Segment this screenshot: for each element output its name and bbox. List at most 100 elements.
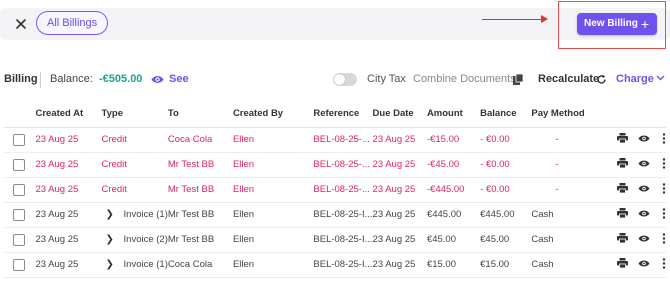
eye-icon[interactable] — [638, 184, 650, 196]
table-row[interactable]: 23 Aug 25 Credit Mr Test BB Ellen BEL-08-25-… — [4, 152, 666, 178]
city-tax-label: City Tax — [367, 73, 406, 85]
print-icon[interactable] — [616, 158, 628, 171]
column-header-created-by[interactable]: Created By — [232, 101, 314, 128]
table-row[interactable]: 23 Aug 25 ❯ Invoice (2) Mr Test BB Ellen BEL-… — [4, 227, 666, 253]
recalculate-button[interactable]: Recalculate — [538, 73, 599, 85]
column-header-due-date[interactable]: Due Date — [372, 101, 427, 128]
close-icon[interactable] — [14, 17, 28, 31]
eye-icon[interactable] — [638, 134, 650, 146]
table-row[interactable]: 23 Aug 25 ❯ Invoice (1) Mr Test BB Ellen BEL-… — [4, 202, 666, 228]
created-by-cell: Ellen — [232, 252, 314, 278]
column-header-to[interactable]: To — [167, 101, 233, 128]
see-balance-link[interactable]: See — [169, 73, 189, 85]
table-row[interactable]: 23 Aug 25 Credit Mr Test BB Ellen BEL-08-25-… — [4, 177, 666, 203]
balance-cell: - €0.00 — [480, 152, 532, 178]
row-checkbox[interactable] — [13, 233, 25, 246]
to-cell: Mr Test BB — [167, 152, 233, 178]
refresh-icon[interactable] — [596, 74, 607, 85]
column-header-type[interactable]: Type — [101, 101, 168, 128]
to-cell: Mr Test BB — [167, 177, 233, 203]
print-icon[interactable] — [616, 133, 628, 146]
row-checkbox[interactable] — [13, 133, 25, 146]
eye-icon[interactable] — [151, 74, 164, 85]
pay-method-cell: - — [531, 127, 593, 153]
type-cell: ❯ Invoice (1) — [101, 202, 168, 228]
chevron-right-icon[interactable]: ❯ — [106, 259, 118, 270]
more-icon[interactable] — [662, 132, 666, 147]
balance-cell: €15.00 — [480, 252, 532, 278]
type-label: Invoice (1) — [123, 209, 168, 220]
toolbar-divider — [40, 72, 41, 88]
table-header-row: Created At Type To Created By Reference … — [4, 101, 666, 128]
created-by-cell: Ellen — [232, 177, 314, 203]
column-header-balance[interactable]: Balance — [480, 101, 532, 128]
print-icon[interactable] — [616, 258, 628, 271]
chevron-down-icon[interactable] — [656, 75, 665, 81]
balance-cell: €45.00 — [480, 227, 532, 253]
created-at-cell: 23 Aug 25 — [35, 227, 102, 253]
new-billing-button[interactable]: New Billing + — [577, 13, 657, 35]
row-checkbox[interactable] — [13, 158, 25, 171]
due-date-cell: 23 Aug 25 — [372, 202, 427, 228]
row-actions-cell — [592, 177, 666, 203]
billing-title: Billing — [4, 73, 38, 85]
eye-icon[interactable] — [638, 159, 650, 171]
balance-cell: €445.00 — [480, 202, 532, 228]
more-icon[interactable] — [662, 182, 666, 197]
reference-cell: BEL-08-25-... — [313, 127, 373, 153]
created-at-cell: 23 Aug 25 — [35, 202, 102, 228]
to-cell: Mr Test BB — [167, 202, 233, 228]
row-checkbox[interactable] — [13, 258, 25, 271]
created-at-cell: 23 Aug 25 — [35, 127, 102, 153]
more-icon[interactable] — [662, 257, 666, 272]
annotation-arrow-line — [482, 19, 546, 20]
due-date-cell: 23 Aug 25 — [372, 252, 427, 278]
created-by-cell: Ellen — [232, 152, 314, 178]
eye-icon[interactable] — [638, 259, 650, 271]
combine-documents-button[interactable]: Combine Documents — [413, 73, 516, 85]
more-icon[interactable] — [662, 232, 666, 247]
print-icon[interactable] — [616, 183, 628, 196]
table-row[interactable]: 23 Aug 25 Credit Coca Cola Ellen BEL-08-25-.… — [4, 127, 666, 153]
row-actions-cell — [592, 227, 666, 253]
amount-cell: €445.00 — [426, 202, 481, 228]
chevron-right-icon[interactable]: ❯ — [106, 234, 118, 245]
column-header-created-at[interactable]: Created At — [35, 101, 102, 128]
row-checkbox[interactable] — [13, 208, 25, 221]
table-row[interactable]: 23 Aug 25 ❯ Invoice (1) Coca Cola Ellen BEL-0… — [4, 252, 666, 278]
document-icon[interactable] — [513, 74, 523, 85]
row-actions-cell — [592, 152, 666, 178]
created-at-cell: 23 Aug 25 — [35, 152, 102, 178]
column-header-reference[interactable]: Reference — [313, 101, 373, 128]
row-select-cell — [4, 252, 36, 278]
row-actions-cell — [592, 252, 666, 278]
all-billings-filter[interactable]: All Billings — [36, 11, 109, 35]
print-icon[interactable] — [616, 233, 628, 246]
type-label: Invoice (2) — [123, 234, 168, 245]
column-header-pay-method[interactable]: Pay Method — [531, 101, 593, 128]
eye-icon[interactable] — [638, 234, 650, 246]
chevron-right-icon[interactable]: ❯ — [106, 209, 118, 220]
row-checkbox[interactable] — [13, 183, 25, 196]
more-icon[interactable] — [662, 157, 666, 172]
city-tax-toggle[interactable] — [333, 73, 357, 86]
billing-toolbar: Billing Balance: -€505.00 See City Tax C… — [0, 70, 670, 90]
select-column-header — [4, 101, 36, 128]
row-select-cell — [4, 152, 36, 178]
row-select-cell — [4, 177, 36, 203]
type-label: Credit — [101, 184, 127, 195]
reference-cell: BEL-08-25-... — [313, 177, 373, 203]
reference-cell: BEL-08-25-I... — [313, 227, 373, 253]
pay-method-cell: Cash — [531, 202, 593, 228]
balance-value: -€505.00 — [99, 73, 143, 85]
charge-dropdown[interactable]: Charge — [616, 73, 654, 85]
row-actions-cell — [592, 127, 666, 153]
eye-icon[interactable] — [638, 209, 650, 221]
type-cell: Credit — [101, 177, 168, 203]
print-icon[interactable] — [616, 208, 628, 221]
pay-method-cell: Cash — [531, 252, 593, 278]
more-icon[interactable] — [662, 207, 666, 222]
due-date-cell: 23 Aug 25 — [372, 152, 427, 178]
type-cell: ❯ Invoice (1) — [101, 252, 168, 278]
column-header-amount[interactable]: Amount — [426, 101, 481, 128]
